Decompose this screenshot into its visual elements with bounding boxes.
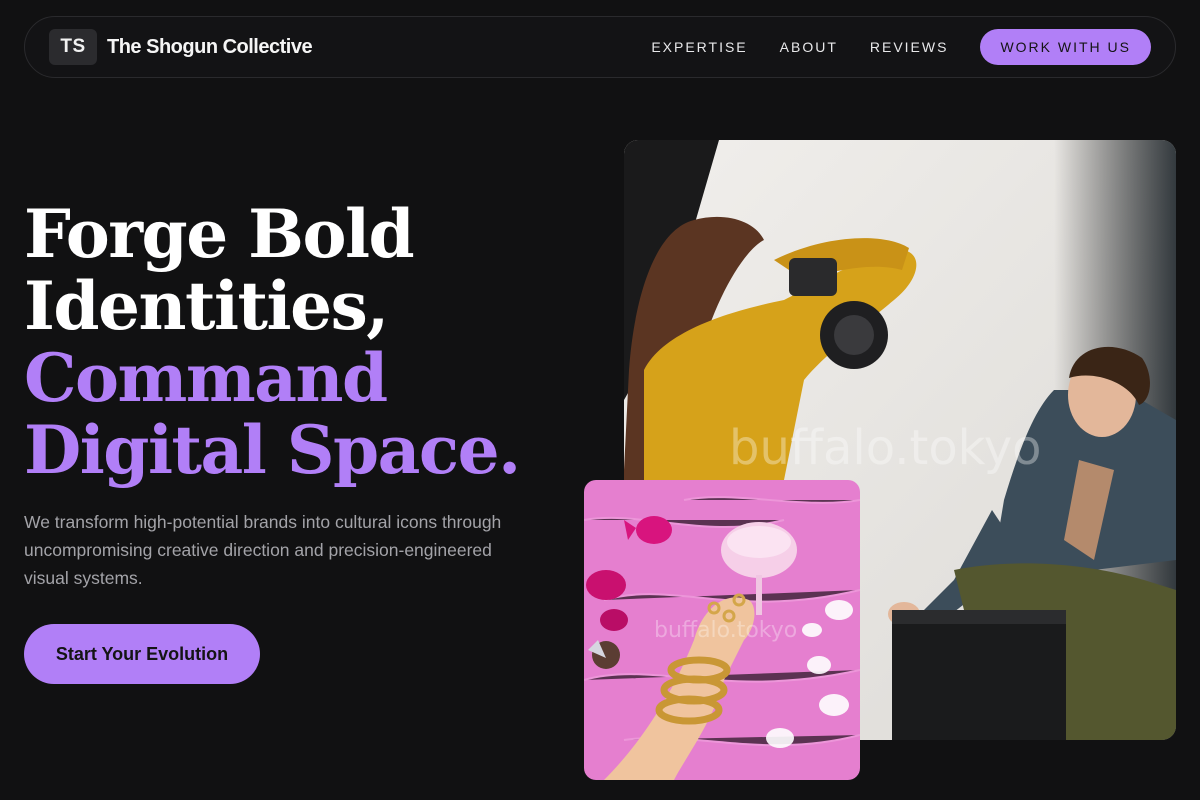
nav-link-expertise[interactable]: EXPERTISE bbox=[651, 39, 747, 55]
nav-link-about[interactable]: ABOUT bbox=[780, 39, 838, 55]
jewelry-illustration bbox=[584, 480, 860, 780]
nav-links: EXPERTISE ABOUT REVIEWS WORK WITH US bbox=[651, 29, 1151, 65]
brand-name: The Shogun Collective bbox=[107, 35, 313, 58]
headline-line-3: Command bbox=[24, 339, 388, 417]
nav-link-reviews[interactable]: REVIEWS bbox=[870, 39, 949, 55]
hero-photo-small: buffalo.tokyo bbox=[584, 480, 860, 780]
brand[interactable]: TS The Shogun Collective bbox=[49, 29, 313, 65]
headline-line-4: Digital Space. bbox=[24, 411, 521, 489]
top-navbar: TS The Shogun Collective EXPERTISE ABOUT… bbox=[24, 16, 1176, 78]
work-with-us-button[interactable]: WORK WITH US bbox=[980, 29, 1151, 65]
logo-mark: TS bbox=[49, 29, 97, 65]
hero-headline: Forge Bold Identities, Command Digital S… bbox=[24, 195, 521, 489]
hero-subtext: We transform high-potential brands into … bbox=[24, 512, 502, 588]
start-evolution-button[interactable]: Start Your Evolution bbox=[24, 624, 260, 684]
headline-line-2: Identities, bbox=[24, 267, 389, 345]
headline-line-1: Forge Bold bbox=[24, 195, 415, 273]
